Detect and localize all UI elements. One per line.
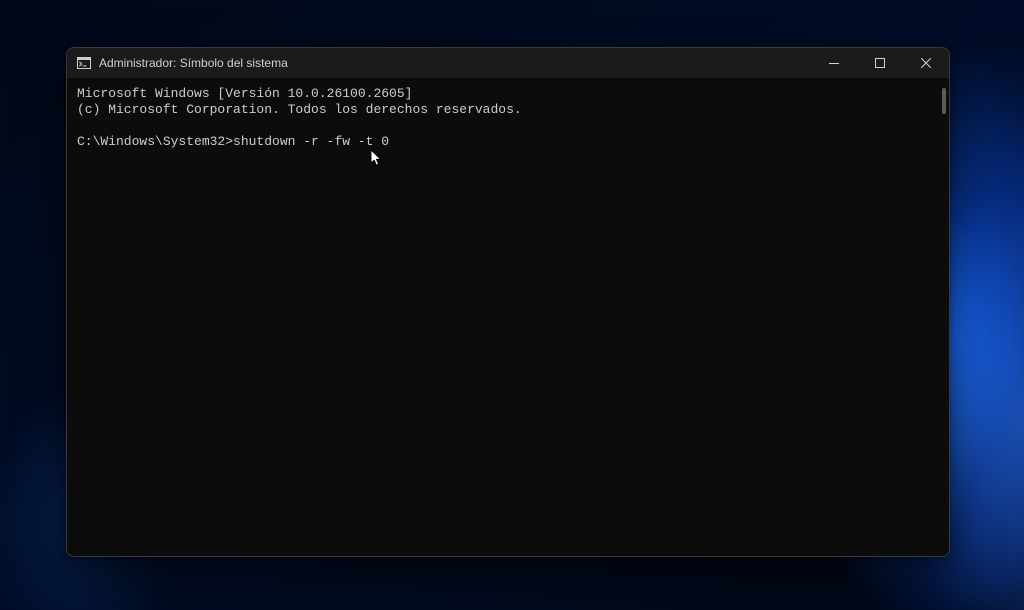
titlebar[interactable]: Administrador: Símbolo del sistema (67, 48, 949, 78)
terminal-line-version: Microsoft Windows [Versión 10.0.26100.26… (77, 86, 939, 102)
minimize-button[interactable] (811, 48, 857, 78)
terminal-line-copyright: (c) Microsoft Corporation. Todos los der… (77, 102, 939, 118)
cmd-icon (77, 57, 91, 69)
prompt-path: C:\Windows\System32> (77, 134, 233, 149)
close-button[interactable] (903, 48, 949, 78)
typed-command: shutdown -r -fw -t 0 (233, 134, 389, 149)
window-title: Administrador: Símbolo del sistema (99, 57, 288, 69)
command-prompt-window: Administrador: Símbolo del sistema Micro… (66, 47, 950, 557)
terminal-area[interactable]: Microsoft Windows [Versión 10.0.26100.26… (67, 78, 949, 556)
terminal-prompt-line: C:\Windows\System32>shutdown -r -fw -t 0 (77, 134, 939, 150)
scrollbar-track[interactable] (940, 88, 946, 546)
maximize-button[interactable] (857, 48, 903, 78)
scrollbar-thumb[interactable] (942, 88, 946, 114)
